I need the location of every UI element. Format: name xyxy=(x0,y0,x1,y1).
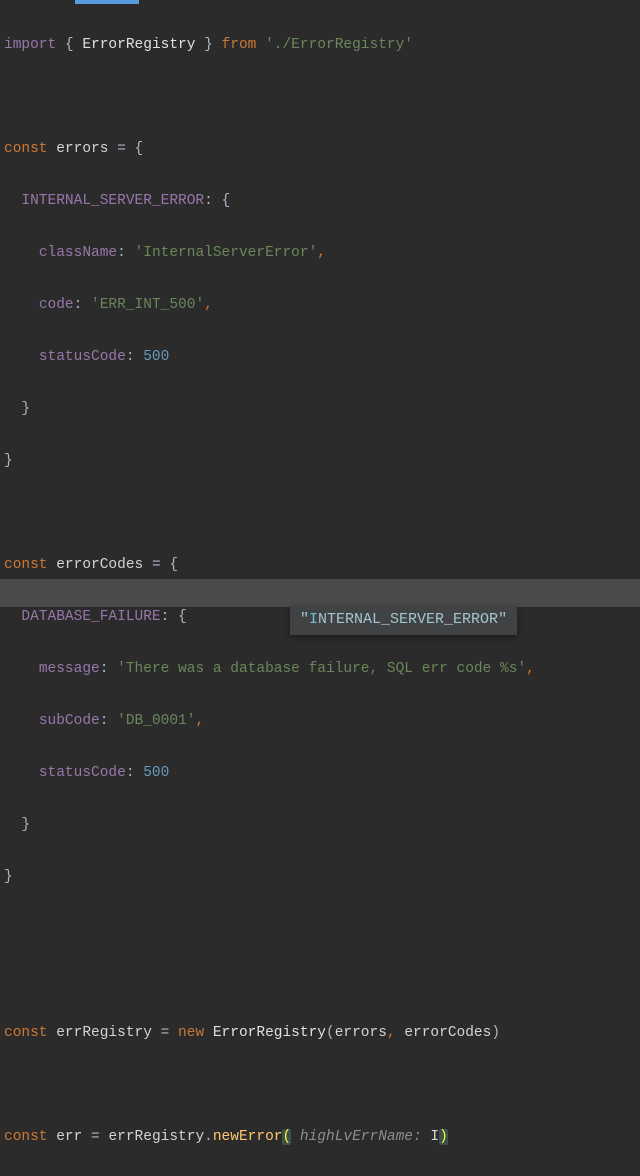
code-line: } xyxy=(4,864,640,890)
code-line: const errors = { xyxy=(4,136,640,162)
paren-highlight-open: ( xyxy=(282,1129,291,1145)
code-line: code: 'ERR_INT_500', xyxy=(4,292,640,318)
code-line: } xyxy=(4,448,640,474)
code-line: statusCode: 500 xyxy=(4,344,640,370)
paren-highlight-close: ) xyxy=(439,1129,448,1145)
code-line: statusCode: 500 xyxy=(4,760,640,786)
code-editor[interactable]: import { ErrorRegistry } from './ErrorRe… xyxy=(0,0,640,1176)
parameter-hint: highLvErrName: xyxy=(291,1129,430,1145)
keyword-import: import xyxy=(4,37,56,53)
code-line: } xyxy=(4,812,640,838)
code-line: } xyxy=(4,396,640,422)
code-line: const errorCodes = { xyxy=(4,552,640,578)
autocomplete-suggestion[interactable]: "INTERNAL_SERVER_ERROR" xyxy=(290,606,517,635)
code-line-current: const err = errRegistry.newError( highLv… xyxy=(4,1124,640,1150)
code-line: import { ErrorRegistry } from './ErrorRe… xyxy=(4,32,640,58)
code-line: INTERNAL_SERVER_ERROR: { xyxy=(4,188,640,214)
code-line: subCode: 'DB_0001', xyxy=(4,708,640,734)
code-line: const errRegistry = new ErrorRegistry(er… xyxy=(4,1020,640,1046)
code-line: className: 'InternalServerError', xyxy=(4,240,640,266)
code-line: message: 'There was a database failure, … xyxy=(4,656,640,682)
